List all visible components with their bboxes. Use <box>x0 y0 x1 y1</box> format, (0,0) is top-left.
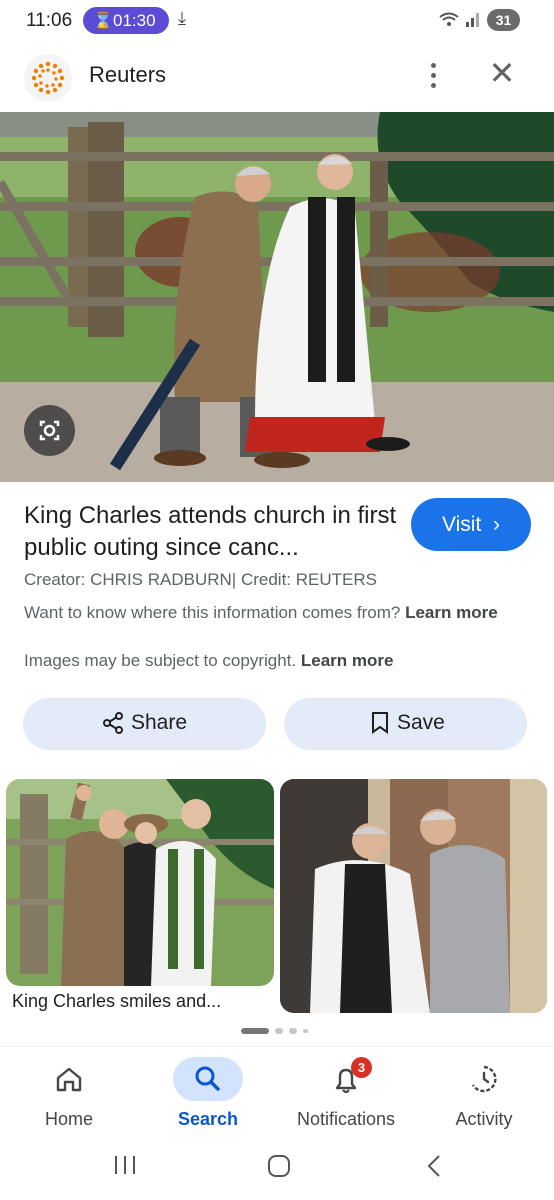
info-source-text: Want to know where this information come… <box>24 603 498 622</box>
article-title[interactable]: King Charles attends church in first pub… <box>24 500 399 564</box>
lens-icon <box>39 420 60 441</box>
nav-item-home[interactable]: Home <box>4 1047 134 1143</box>
save-label: Save <box>397 711 445 734</box>
image-credit: Creator: CHRIS RADBURN| Credit: REUTERS <box>24 570 377 589</box>
share-label: Share <box>131 711 188 734</box>
reuters-logo <box>24 54 72 102</box>
learn-more-link[interactable]: Learn more <box>405 603 498 622</box>
nav-item-activity[interactable]: Activity <box>419 1047 549 1143</box>
save-button[interactable]: Save <box>284 698 527 750</box>
google-lens-button[interactable] <box>24 405 75 456</box>
nav-label-notifications: Notifications <box>296 1109 396 1129</box>
nav-label-home: Home <box>44 1109 93 1129</box>
recent-apps-button[interactable] <box>112 1154 138 1181</box>
notification-badge: 3 <box>351 1057 372 1078</box>
bookmark-icon <box>370 711 390 741</box>
nav-label-search: Search <box>177 1109 239 1129</box>
related-image-caption[interactable]: King Charles smiles and... <box>12 991 221 1012</box>
hero-image[interactable] <box>0 112 554 482</box>
timer-chip[interactable]: ⌛ 01:30 <box>83 7 169 34</box>
carousel-indicator <box>241 1026 316 1036</box>
wifi-signal-icon <box>438 10 482 32</box>
back-button[interactable] <box>424 1153 444 1184</box>
status-bar: 11:06 ⌛ 01:30 ⤓ 31 <box>0 0 554 44</box>
share-icon <box>101 711 125 741</box>
more-vert-icon <box>430 63 436 68</box>
download-icon: ⤓ <box>178 8 186 28</box>
search-icon <box>173 1057 243 1101</box>
activity-icon <box>455 1057 513 1101</box>
nav-item-search[interactable]: Search <box>143 1047 273 1143</box>
page-title: Reuters <box>89 62 167 87</box>
related-image-1[interactable] <box>6 779 274 986</box>
nav-item-notifications[interactable]: 3 Notifications <box>281 1047 411 1143</box>
visit-label: Visit <box>442 513 482 536</box>
timer-value: 01:30 <box>113 11 156 30</box>
share-button[interactable]: Share <box>23 698 266 750</box>
status-time: 11:06 <box>26 10 73 31</box>
recents-icon <box>115 1156 135 1174</box>
related-image-2[interactable] <box>280 779 547 1013</box>
back-icon <box>427 1155 440 1177</box>
home-system-button[interactable] <box>267 1154 291 1183</box>
home-circle-icon <box>268 1155 290 1177</box>
close-button[interactable]: ✕ <box>485 56 519 90</box>
visit-button[interactable]: Visit › <box>411 498 531 551</box>
system-navigation-bar <box>0 1142 554 1200</box>
chevron-right-icon: › <box>487 513 500 536</box>
copyright-notice: Images may be subject to copyright. Lear… <box>24 651 394 670</box>
copyright-learn-more-link[interactable]: Learn more <box>301 651 394 670</box>
nav-label-activity: Activity <box>455 1109 513 1129</box>
more-options-button[interactable] <box>416 58 450 94</box>
close-icon: ✕ <box>488 55 516 91</box>
home-icon <box>40 1057 98 1101</box>
header: Reuters ✕ <box>0 44 554 112</box>
hourglass-icon: ⌛ <box>93 13 113 30</box>
battery-indicator: 31 <box>487 9 520 31</box>
bottom-navigation: Home Search 3 Notifications Activity <box>0 1046 554 1143</box>
